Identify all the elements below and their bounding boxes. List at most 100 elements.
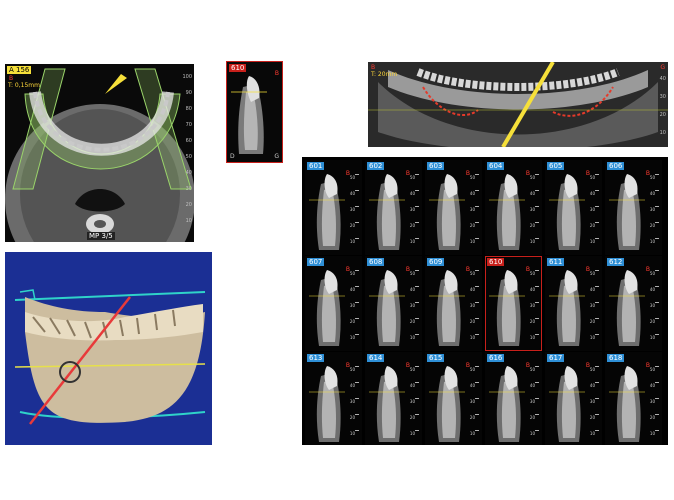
scale-label: 30 bbox=[589, 207, 595, 212]
scale-tick bbox=[655, 238, 659, 239]
scale-tick bbox=[355, 270, 359, 271]
tooth-section-image bbox=[549, 174, 585, 250]
scale-label: 20 bbox=[649, 223, 655, 228]
axial-ruler-label: 10 bbox=[185, 218, 192, 224]
slice-number-tag: 612 bbox=[607, 258, 625, 266]
scale-label: 40 bbox=[469, 287, 475, 292]
scale-tick bbox=[535, 206, 539, 207]
cross-section-slice[interactable]: 618 B 50 40 30 20 10 bbox=[605, 352, 662, 445]
panoramic-ruler: 40 30 20 10 bbox=[656, 76, 666, 146]
cross-preview-marker: B bbox=[274, 70, 279, 77]
cross-section-slice[interactable]: 617 B 50 40 30 20 10 bbox=[545, 352, 602, 445]
scale-label: 10 bbox=[469, 335, 475, 340]
slice-number-tag: 615 bbox=[427, 354, 445, 362]
scale-label: 50 bbox=[529, 175, 535, 180]
scale-tick bbox=[475, 222, 479, 223]
cross-section-slice[interactable]: 605 B 50 40 30 20 10 bbox=[545, 160, 602, 255]
axial-ruler-label: 30 bbox=[185, 186, 192, 192]
scale-tick bbox=[415, 286, 419, 287]
slice-number-tag: 616 bbox=[487, 354, 505, 362]
scale-tick bbox=[415, 238, 419, 239]
scale-tick bbox=[655, 430, 659, 431]
scale-tick bbox=[475, 190, 479, 191]
tooth-section-image bbox=[429, 366, 465, 442]
scale-tick bbox=[535, 398, 539, 399]
scale-tick bbox=[595, 382, 599, 383]
scale-label: 10 bbox=[589, 335, 595, 340]
scale-tick bbox=[535, 174, 539, 175]
scale-tick bbox=[475, 382, 479, 383]
scale-label: 20 bbox=[469, 319, 475, 324]
tooth-section-image bbox=[429, 270, 465, 346]
cross-preview-tag: 610 bbox=[229, 64, 247, 72]
panoramic-view[interactable]: B T: 20mm G 40 30 20 10 bbox=[368, 62, 668, 147]
cross-section-slice[interactable]: 611 B 50 40 30 20 10 bbox=[545, 256, 602, 351]
scale-label: 10 bbox=[649, 431, 655, 436]
slice-scale: 50 40 30 20 10 bbox=[409, 270, 419, 345]
scale-label: 50 bbox=[349, 367, 355, 372]
scale-label: 40 bbox=[589, 383, 595, 388]
cross-section-slice[interactable]: 607 B 50 40 30 20 10 bbox=[305, 256, 362, 351]
cross-section-slice[interactable]: 608 B 50 40 30 20 10 bbox=[365, 256, 422, 351]
scale-tick bbox=[475, 206, 479, 207]
cross-section-slice[interactable]: 610 B 50 40 30 20 10 bbox=[485, 256, 542, 351]
cross-section-slice[interactable]: 602 B 50 40 30 20 10 bbox=[365, 160, 422, 255]
cross-section-slice[interactable]: 616 B 50 40 30 20 10 bbox=[485, 352, 542, 445]
scale-tick bbox=[415, 206, 419, 207]
cross-section-slice[interactable]: 601 B 50 40 30 20 10 bbox=[305, 160, 362, 255]
scale-label: 20 bbox=[469, 415, 475, 420]
cross-section-slice[interactable]: 612 B 50 40 30 20 10 bbox=[605, 256, 662, 351]
scale-tick bbox=[355, 302, 359, 303]
scale-label: 10 bbox=[649, 239, 655, 244]
cross-section-slice[interactable]: 609 B 50 40 30 20 10 bbox=[425, 256, 482, 351]
scale-tick bbox=[535, 222, 539, 223]
scale-label: 40 bbox=[589, 287, 595, 292]
scale-tick bbox=[595, 222, 599, 223]
scale-label: 30 bbox=[409, 207, 415, 212]
axial-thickness: T: 0,15mm bbox=[8, 82, 40, 89]
scale-label: 30 bbox=[409, 303, 415, 308]
cross-section-slice[interactable]: 614 B 50 40 30 20 10 bbox=[365, 352, 422, 445]
scale-label: 30 bbox=[409, 399, 415, 404]
axial-ruler-label: 90 bbox=[185, 90, 192, 96]
tooth-section-image bbox=[549, 270, 585, 346]
scale-tick bbox=[355, 286, 359, 287]
scale-tick bbox=[535, 414, 539, 415]
cross-section-slice[interactable]: 603 B 50 40 30 20 10 bbox=[425, 160, 482, 255]
scale-label: 10 bbox=[529, 335, 535, 340]
render-3d-view[interactable] bbox=[5, 252, 212, 445]
scale-tick bbox=[415, 318, 419, 319]
scale-tick bbox=[415, 174, 419, 175]
cross-section-slice[interactable]: 606 B 50 40 30 20 10 bbox=[605, 160, 662, 255]
scale-tick bbox=[535, 318, 539, 319]
axial-marker: B bbox=[9, 75, 14, 82]
scale-tick bbox=[415, 222, 419, 223]
scale-label: 40 bbox=[529, 191, 535, 196]
scale-tick bbox=[475, 414, 479, 415]
scale-tick bbox=[355, 334, 359, 335]
slice-number-tag: 617 bbox=[547, 354, 565, 362]
scale-label: 40 bbox=[349, 287, 355, 292]
tooth-section-image bbox=[489, 270, 525, 346]
scale-tick bbox=[595, 286, 599, 287]
scale-label: 10 bbox=[409, 431, 415, 436]
scale-label: 50 bbox=[589, 175, 595, 180]
scale-tick bbox=[535, 270, 539, 271]
scale-tick bbox=[595, 238, 599, 239]
axial-view[interactable]: A 156 B T: 0,15mm 100 90 80 70 60 50 40 … bbox=[5, 64, 194, 242]
cross-preview-image bbox=[231, 76, 267, 154]
scale-label: 10 bbox=[469, 431, 475, 436]
cross-section-slice[interactable]: 615 B 50 40 30 20 10 bbox=[425, 352, 482, 445]
axial-ruler-label: 100 bbox=[182, 74, 192, 80]
scale-tick bbox=[655, 302, 659, 303]
panoramic-ruler-label: 30 bbox=[659, 94, 666, 100]
tooth-section-image bbox=[429, 174, 465, 250]
scale-label: 30 bbox=[649, 207, 655, 212]
scale-tick bbox=[655, 334, 659, 335]
cross-section-slice[interactable]: 604 B 50 40 30 20 10 bbox=[485, 160, 542, 255]
cross-section-slice[interactable]: 613 B 50 40 30 20 10 bbox=[305, 352, 362, 445]
axial-ruler-label: 50 bbox=[185, 154, 192, 160]
scale-label: 50 bbox=[589, 367, 595, 372]
cross-section-preview[interactable]: 610 B D G bbox=[226, 61, 283, 163]
scale-tick bbox=[655, 190, 659, 191]
